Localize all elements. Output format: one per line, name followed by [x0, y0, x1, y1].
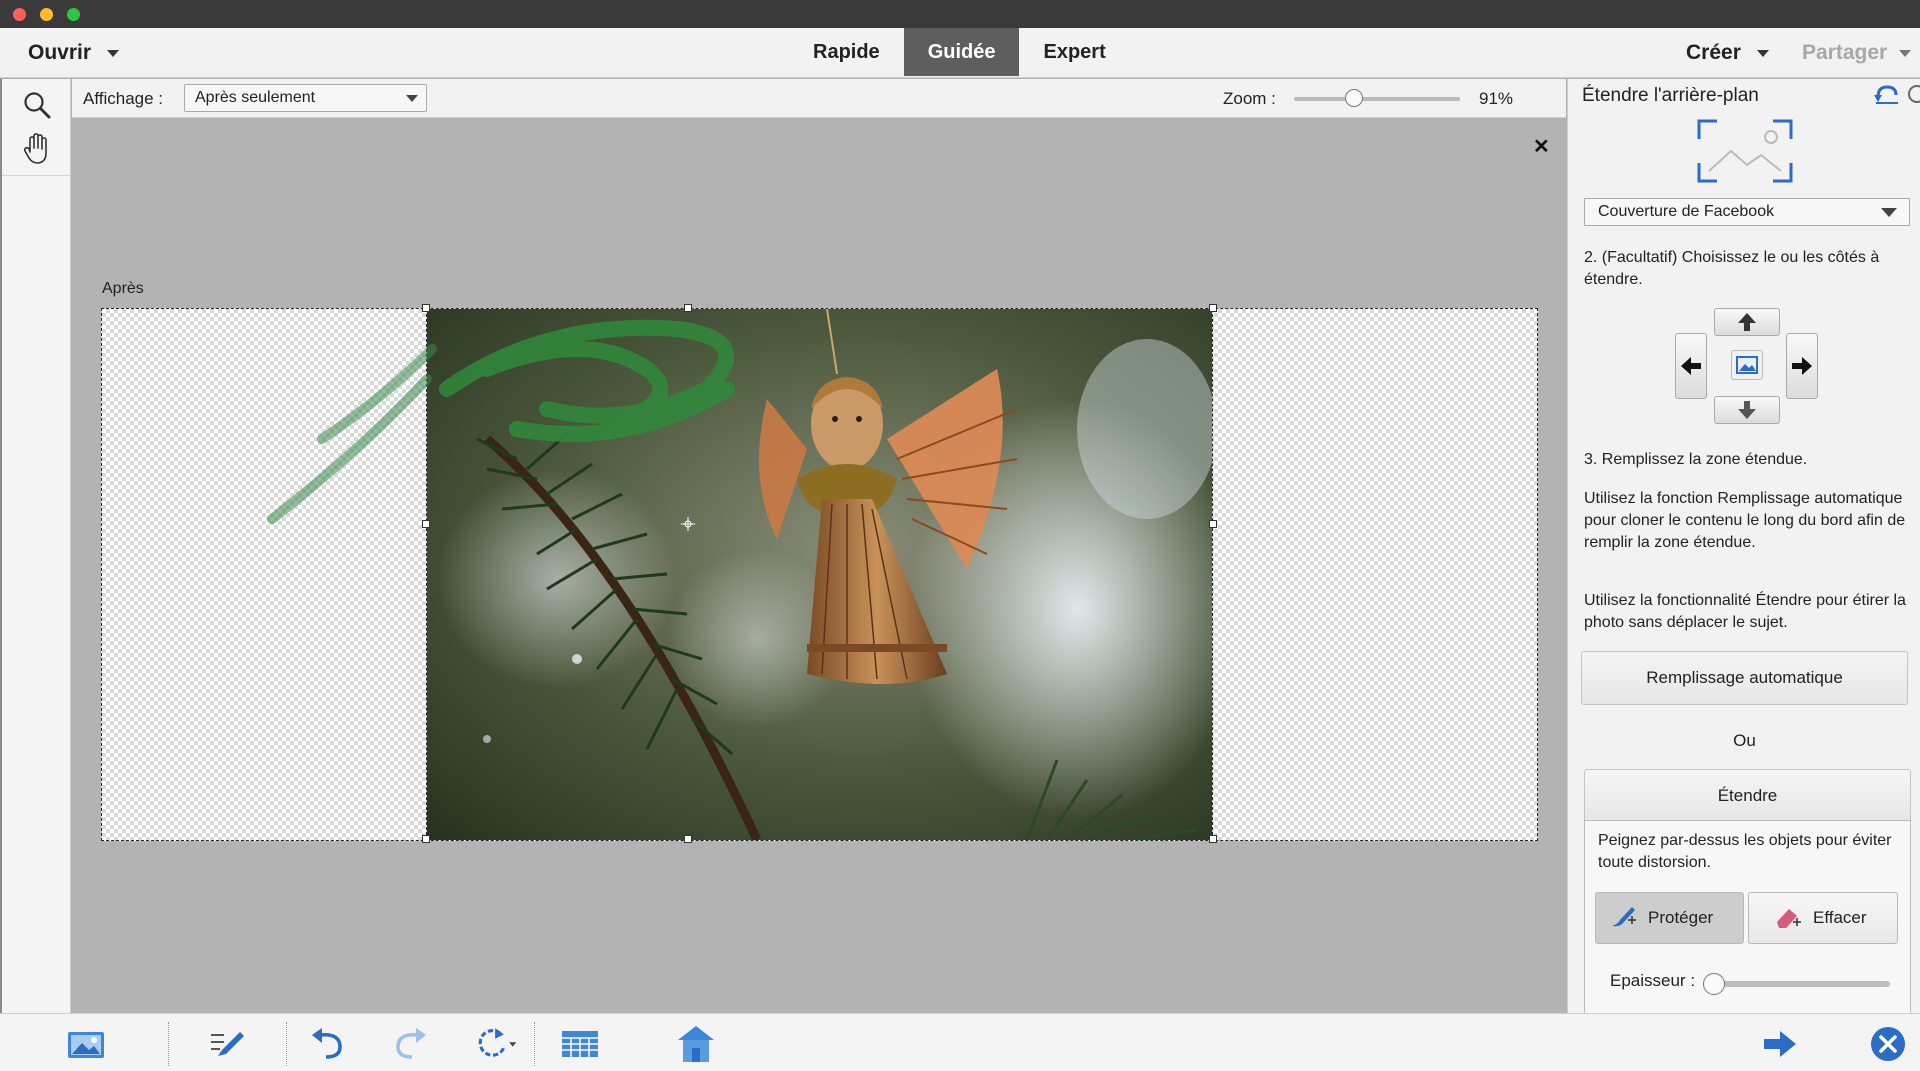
close-window-button[interactable] [13, 8, 26, 21]
protect-brush-icon [1612, 907, 1636, 927]
toolbar-divider [168, 1022, 169, 1066]
next-arrow-icon[interactable] [1758, 1022, 1802, 1066]
create-menu-label: Créer [1686, 41, 1741, 64]
zoom-icon[interactable] [17, 85, 57, 125]
open-menu[interactable]: Ouvrir [28, 28, 120, 78]
thickness-slider-handle[interactable] [1703, 973, 1726, 995]
arrow-up-icon [1738, 313, 1756, 331]
view-select[interactable]: Après seulement [184, 84, 427, 112]
preset-select[interactable]: Couverture de Facebook [1584, 198, 1910, 226]
toolbar-divider [534, 1022, 535, 1066]
help-icon[interactable] [1908, 85, 1920, 103]
close-icon[interactable]: ✕ [1533, 134, 1550, 159]
home-screen-icon[interactable] [674, 1022, 718, 1066]
resize-handle[interactable] [1209, 835, 1217, 843]
rotate-icon[interactable] [474, 1022, 518, 1066]
chevron-down-icon [1899, 49, 1912, 57]
arrow-right-icon [1792, 357, 1812, 375]
redo-icon[interactable] [388, 1022, 432, 1066]
arrow-left-icon [1681, 357, 1701, 375]
tab-guidee[interactable]: Guidée [903, 28, 1020, 76]
autofill-description: Utilisez la fonction Remplissage automat… [1584, 490, 1906, 551]
resize-handle[interactable] [1209, 520, 1217, 528]
tools-panel [0, 79, 71, 1013]
menubar: Ouvrir Rapide Guidée Expert Créer Partag… [0, 28, 1920, 78]
extend-down-button[interactable] [1714, 396, 1780, 424]
paint-hint: Peignez par-dessus les objets pour évite… [1598, 832, 1892, 871]
step3-text: 3. Remplissez la zone étendue. [1584, 451, 1808, 468]
view-label: Affichage : [83, 88, 164, 108]
create-menu[interactable]: Créer [1686, 28, 1769, 78]
options-bar: Affichage : Après seulement Zoom : 91% [72, 79, 1566, 118]
open-menu-label: Ouvrir [28, 41, 92, 64]
share-menu[interactable]: Partager [1802, 28, 1912, 78]
guided-panel: Étendre l'arrière-plan Couverture de Fac… [1567, 79, 1920, 1020]
erase-label: Effacer [1813, 908, 1867, 927]
protect-button[interactable]: Protéger [1595, 892, 1744, 944]
resize-handle[interactable] [684, 304, 692, 312]
eraser-icon [1777, 909, 1801, 928]
minimize-window-button[interactable] [40, 8, 53, 21]
panel-title: Étendre l'arrière-plan [1582, 85, 1759, 106]
photo-bin-icon[interactable] [64, 1022, 108, 1066]
tab-expert[interactable]: Expert [1019, 28, 1129, 76]
extend-up-button[interactable] [1714, 308, 1780, 336]
tool-options-icon[interactable] [206, 1022, 250, 1066]
undo-icon[interactable] [306, 1022, 350, 1066]
autofill-button[interactable]: Remplissage automatique [1581, 651, 1908, 705]
zoom-slider-handle[interactable] [1344, 89, 1363, 107]
direction-pad [1675, 308, 1818, 426]
zoom-window-button[interactable] [67, 8, 80, 21]
or-label: Ou [1733, 731, 1756, 750]
preset-select-value: Couverture de Facebook [1598, 203, 1775, 220]
chevron-down-icon [406, 95, 418, 102]
cancel-icon[interactable] [1866, 1022, 1910, 1066]
angel-photo[interactable] [426, 309, 1213, 840]
organizer-icon[interactable] [558, 1022, 602, 1066]
step2-text: 2. (Facultatif) Choisissez le ou les côt… [1584, 249, 1880, 288]
after-view-label: Après [102, 280, 144, 297]
tab-rapide[interactable]: Rapide [789, 28, 904, 76]
extended-canvas[interactable] [101, 304, 1538, 843]
window-titlebar [0, 0, 1920, 28]
zoom-slider[interactable] [1294, 97, 1460, 101]
resize-handle[interactable] [422, 835, 430, 843]
thickness-slider[interactable] [1703, 981, 1890, 987]
chevron-down-icon [1756, 49, 1769, 57]
bottom-taskbar [0, 1013, 1920, 1071]
extend-left-button[interactable] [1675, 333, 1707, 399]
hand-icon[interactable] [17, 129, 57, 169]
chevron-down-icon [1881, 208, 1897, 217]
protect-label: Protéger [1648, 908, 1714, 927]
resize-handle[interactable] [684, 835, 692, 843]
extend-button[interactable]: Étendre [1584, 769, 1911, 823]
reset-icon[interactable] [1874, 83, 1900, 110]
arrow-down-icon [1738, 401, 1756, 419]
mode-tabs: Rapide Guidée Expert [789, 28, 1130, 78]
resize-handle[interactable] [422, 520, 430, 528]
extend-right-button[interactable] [1786, 333, 1818, 399]
chevron-down-icon [107, 49, 120, 57]
extend-background-icon [1697, 119, 1793, 188]
resize-handle[interactable] [422, 304, 430, 312]
tools-divider [2, 175, 71, 176]
zoom-value: 91% [1479, 88, 1514, 108]
brush-strokes [267, 344, 437, 524]
resize-handle[interactable] [1209, 304, 1217, 312]
zoom-label: Zoom : [1223, 88, 1276, 108]
extend-description: Utilisez la fonctionnalité Étendre pour … [1584, 592, 1906, 631]
share-menu-label: Partager [1802, 41, 1888, 64]
erase-button[interactable]: Effacer [1748, 892, 1898, 944]
toolbar-divider [286, 1022, 287, 1066]
image-center-icon [1731, 350, 1763, 380]
thickness-label: Epaisseur : [1610, 971, 1696, 990]
view-select-value: Après seulement [195, 89, 316, 106]
crosshair-icon [681, 517, 695, 531]
canvas-area[interactable]: ✕ Après [72, 118, 1566, 1013]
paint-options: Peignez par-dessus les objets pour évite… [1584, 820, 1911, 1020]
